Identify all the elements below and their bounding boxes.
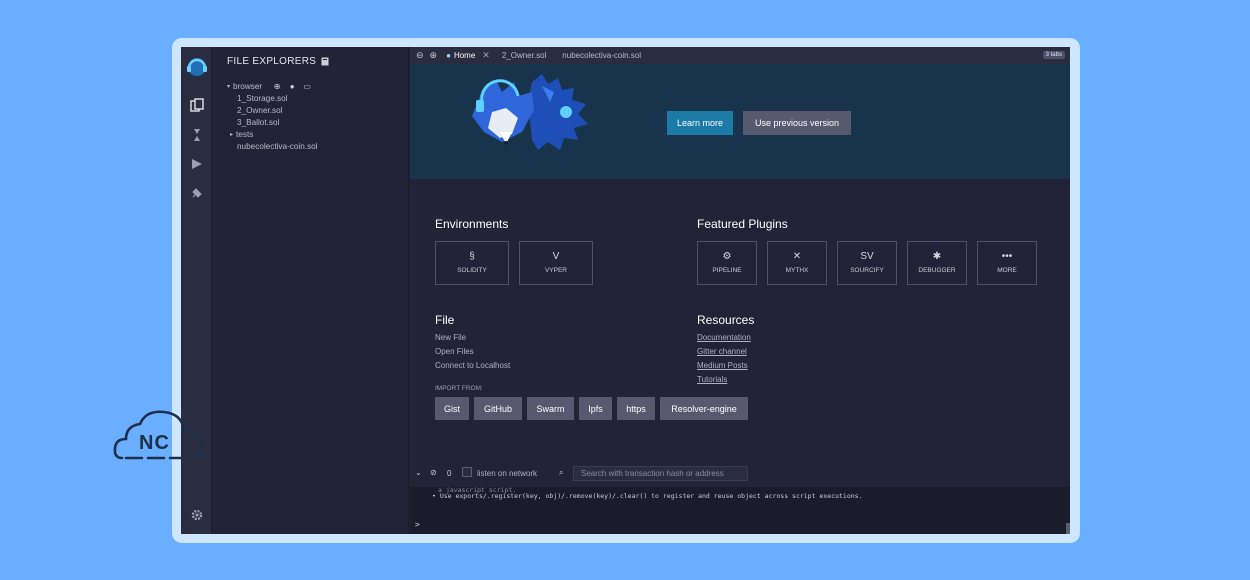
- tutorials-link[interactable]: Tutorials: [697, 375, 727, 384]
- card-label: PIPELINE: [712, 267, 742, 274]
- chevron-down-icon[interactable]: ⌄: [415, 468, 422, 477]
- terminal-line: • Use exports/.register(key, obj)/.remov…: [432, 492, 863, 500]
- zoom-out-icon[interactable]: ⊖: [413, 50, 427, 61]
- deploy-icon[interactable]: [188, 155, 205, 172]
- files-icon[interactable]: [188, 96, 205, 113]
- workspace-row[interactable]: ▾ browser ⊕ ● ▭: [227, 81, 318, 93]
- folder-name: tests: [236, 130, 254, 139]
- card-label: VYPER: [544, 267, 568, 274]
- github-icon[interactable]: ●: [288, 83, 296, 91]
- import-https-button[interactable]: https: [617, 397, 655, 420]
- card-label: SOLIDITY: [457, 267, 487, 274]
- search-icon: ⌕: [559, 468, 564, 477]
- import-github-button[interactable]: GitHub: [474, 397, 522, 420]
- listen-network-checkbox[interactable]: [462, 467, 472, 477]
- file-section-title: File: [435, 313, 455, 327]
- file-item[interactable]: 2_Owner.sol: [227, 105, 318, 117]
- import-from-label: IMPORT FROM:: [435, 385, 483, 392]
- tab-file[interactable]: nubecolectiva-coin.sol: [556, 47, 647, 64]
- vyper-environment-button[interactable]: V VYPER: [519, 241, 593, 285]
- tabs-count-badge[interactable]: 3 tabs: [1042, 51, 1065, 59]
- mythx-icon: ✕: [792, 251, 802, 262]
- card-label: DEBUGGER: [918, 267, 956, 274]
- mythx-plugin-button[interactable]: ✕ MYTHX: [767, 241, 827, 285]
- more-plugins-button[interactable]: ••• MORE: [977, 241, 1037, 285]
- file-item[interactable]: 3_Ballot.sol: [227, 117, 318, 129]
- zoom-in-icon[interactable]: ⊕: [427, 50, 441, 61]
- terminal-output: a javascript script. • Use exports/.regi…: [410, 486, 1070, 534]
- editor-tabs: ⊖ ⊕ ● Home ✕ 2_Owner.sol nubecolectiva-c…: [410, 47, 1070, 64]
- add-file-icon[interactable]: ⊕: [273, 83, 281, 91]
- clear-console-icon[interactable]: ⊘: [430, 468, 437, 477]
- nc-logo-text: NC: [139, 432, 170, 454]
- medium-posts-link[interactable]: Medium Posts: [697, 361, 748, 370]
- pipeline-plugin-button[interactable]: ⚙ PIPELINE: [697, 241, 757, 285]
- explorer-title: FILE EXPLORERS: [227, 56, 317, 67]
- terminal-toolbar: ⌄ ⊘ 0 listen on network ⌕ Search with tr…: [410, 459, 1070, 487]
- plugin-icon[interactable]: [188, 184, 205, 201]
- featured-plugins-title: Featured Plugins: [697, 217, 788, 231]
- folder-row[interactable]: ▸ tests: [227, 129, 318, 141]
- tab-file[interactable]: 2_Owner.sol: [496, 47, 552, 64]
- environments-title: Environments: [435, 217, 509, 231]
- file-item[interactable]: 1_Storage.sol: [227, 93, 318, 105]
- import-gist-button[interactable]: Gist: [435, 397, 469, 420]
- pending-tx-count: 0: [447, 469, 452, 478]
- connect-localhost-link[interactable]: Connect to Localhost: [435, 361, 510, 370]
- explorer-title-row: FILE EXPLORERS: [227, 56, 329, 67]
- card-label: MYTHX: [785, 267, 809, 274]
- book-icon[interactable]: [321, 57, 329, 66]
- workspace-name: browser: [233, 82, 263, 91]
- new-file-link[interactable]: New File: [435, 333, 466, 342]
- sourcify-icon: SV: [860, 251, 874, 262]
- home-hero-banner: Learn more Use previous version: [410, 64, 1070, 179]
- solidity-compiler-icon[interactable]: [188, 126, 205, 143]
- sourcify-plugin-button[interactable]: SV SOURCIFY: [837, 241, 897, 285]
- remix-tab-icon: ●: [446, 51, 451, 60]
- file-item[interactable]: nubecolectiva-coin.sol: [227, 141, 318, 153]
- terminal-scrollbar[interactable]: [1066, 523, 1070, 534]
- pipeline-icon: ⚙: [722, 251, 732, 262]
- remix-ide-window: FILE EXPLORERS ▾ browser ⊕ ● ▭ 1_Storage…: [181, 47, 1070, 534]
- file-explorer-panel: FILE EXPLORERS ▾ browser ⊕ ● ▭ 1_Storage…: [213, 47, 409, 534]
- debugger-plugin-button[interactable]: ✱ DEBUGGER: [907, 241, 967, 285]
- transaction-search-input[interactable]: Search with transaction hash or address: [573, 466, 748, 481]
- listen-network-label: listen on network: [477, 469, 538, 478]
- main-panel: ⊖ ⊕ ● Home ✕ 2_Owner.sol nubecolectiva-c…: [410, 47, 1070, 534]
- open-files-link[interactable]: Open Files: [435, 347, 474, 356]
- caret-down-icon: ▾: [227, 84, 231, 90]
- tab-home[interactable]: ● Home ✕: [440, 47, 496, 64]
- file-tree: ▾ browser ⊕ ● ▭ 1_Storage.sol 2_Owner.so…: [227, 81, 318, 153]
- solidity-icon: §: [469, 251, 475, 262]
- import-swarm-button[interactable]: Swarm: [527, 397, 574, 420]
- tab-label: Home: [453, 51, 476, 60]
- use-previous-version-button[interactable]: Use previous version: [743, 111, 851, 135]
- caret-right-icon: ▸: [230, 132, 234, 138]
- solidity-environment-button[interactable]: § SOLIDITY: [435, 241, 509, 285]
- vyper-icon: V: [552, 251, 560, 262]
- close-icon[interactable]: ✕: [482, 50, 490, 61]
- gitter-channel-link[interactable]: Gitter channel: [697, 347, 747, 356]
- remix-mascot-image: [472, 74, 588, 150]
- folder-icon[interactable]: ▭: [303, 83, 311, 91]
- resources-title: Resources: [697, 313, 755, 327]
- settings-icon[interactable]: [188, 506, 205, 523]
- import-resolver-engine-button[interactable]: Resolver-engine: [660, 397, 748, 420]
- ellipsis-icon: •••: [1001, 251, 1013, 262]
- terminal-prompt[interactable]: >: [415, 520, 420, 529]
- import-ipfs-button[interactable]: Ipfs: [579, 397, 612, 420]
- bug-icon: ✱: [932, 251, 942, 262]
- home-content: Environments § SOLIDITY V VYPER Featured…: [410, 179, 1070, 459]
- learn-more-button[interactable]: Learn more: [667, 111, 733, 135]
- card-label: MORE: [997, 267, 1017, 274]
- documentation-link[interactable]: Documentation: [697, 333, 751, 342]
- card-label: SOURCIFY: [850, 267, 884, 274]
- remix-logo-icon[interactable]: [185, 55, 209, 79]
